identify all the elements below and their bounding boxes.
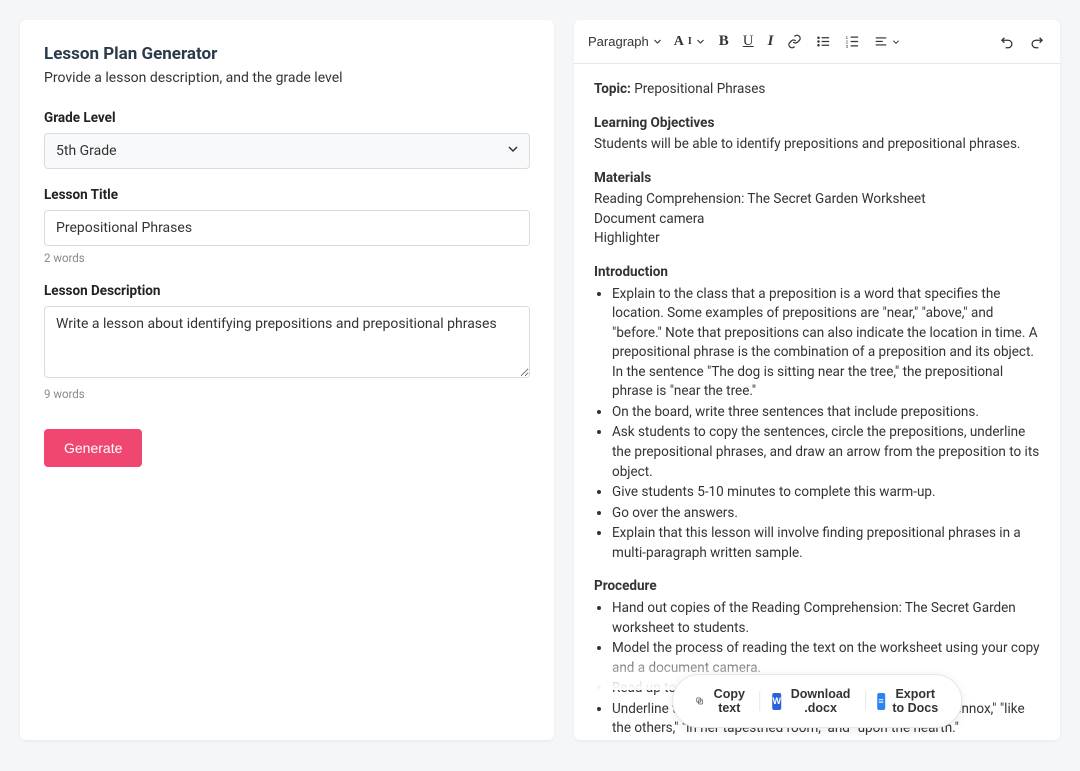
- align-dropdown[interactable]: [868, 30, 906, 54]
- grade-level-label: Grade Level: [44, 110, 530, 126]
- redo-button[interactable]: [1023, 29, 1050, 54]
- export-action-bar: Copy text W Download .docx ≡ Export to D…: [672, 674, 962, 728]
- materials-line: Highlighter: [594, 229, 1040, 249]
- grade-level-select[interactable]: 5th Grade: [44, 133, 530, 169]
- lesson-title-label: Lesson Title: [44, 187, 530, 203]
- copy-text-button[interactable]: Copy text: [683, 682, 759, 720]
- procedure-heading: Procedure: [594, 577, 1040, 597]
- lesson-title-input[interactable]: [44, 210, 530, 246]
- list-item: Go over the answers.: [612, 504, 1040, 524]
- underline-button[interactable]: U: [737, 28, 760, 55]
- objectives-heading: Learning Objectives: [594, 114, 1040, 134]
- numbered-list-button[interactable]: 123: [839, 29, 866, 54]
- list-item: Explain to the class that a preposition …: [612, 285, 1040, 402]
- font-size-dropdown[interactable]: AI: [668, 29, 711, 55]
- bullet-list-button[interactable]: [810, 29, 837, 54]
- google-doc-icon: ≡: [877, 693, 884, 710]
- lesson-description-wordcount: 9 words: [44, 387, 530, 401]
- bold-button[interactable]: B: [713, 28, 735, 55]
- materials-heading: Materials: [594, 169, 1040, 189]
- page-subtitle: Provide a lesson description, and the gr…: [44, 70, 530, 86]
- list-item: Model the process of reading the text on…: [612, 639, 1040, 678]
- editor-content[interactable]: Topic: Prepositional Phrases Learning Ob…: [574, 64, 1060, 740]
- lesson-title-wordcount: 2 words: [44, 251, 530, 265]
- list-item: On the board, write three sentences that…: [612, 403, 1040, 423]
- export-docs-button[interactable]: ≡ Export to Docs: [865, 682, 950, 720]
- generator-form-panel: Lesson Plan Generator Provide a lesson d…: [20, 20, 554, 740]
- italic-button[interactable]: I: [762, 28, 780, 55]
- generate-button[interactable]: Generate: [44, 429, 142, 467]
- link-button[interactable]: [781, 29, 808, 54]
- page-title: Lesson Plan Generator: [44, 44, 530, 64]
- lesson-description-input[interactable]: Write a lesson about identifying preposi…: [44, 306, 530, 378]
- editor-panel: Paragraph AI B U I 123: [574, 20, 1060, 740]
- download-docx-button[interactable]: W Download .docx: [760, 682, 865, 720]
- editor-toolbar: Paragraph AI B U I 123: [574, 20, 1060, 64]
- undo-button[interactable]: [994, 29, 1021, 54]
- materials-line: Reading Comprehension: The Secret Garden…: [594, 190, 1040, 210]
- copy-icon: [695, 694, 704, 708]
- list-item: Hand out copies of the Reading Comprehen…: [612, 599, 1040, 638]
- lesson-description-label: Lesson Description: [44, 283, 530, 299]
- word-doc-icon: W: [772, 693, 781, 710]
- introduction-heading: Introduction: [594, 263, 1040, 283]
- materials-line: Document camera: [594, 210, 1040, 230]
- list-item: Explain that this lesson will involve fi…: [612, 524, 1040, 563]
- list-item: Give students 5-10 minutes to complete t…: [612, 483, 1040, 503]
- list-item: Ask students to copy the sentences, circ…: [612, 423, 1040, 482]
- svg-text:3: 3: [846, 44, 849, 49]
- paragraph-style-dropdown[interactable]: Paragraph: [584, 29, 666, 54]
